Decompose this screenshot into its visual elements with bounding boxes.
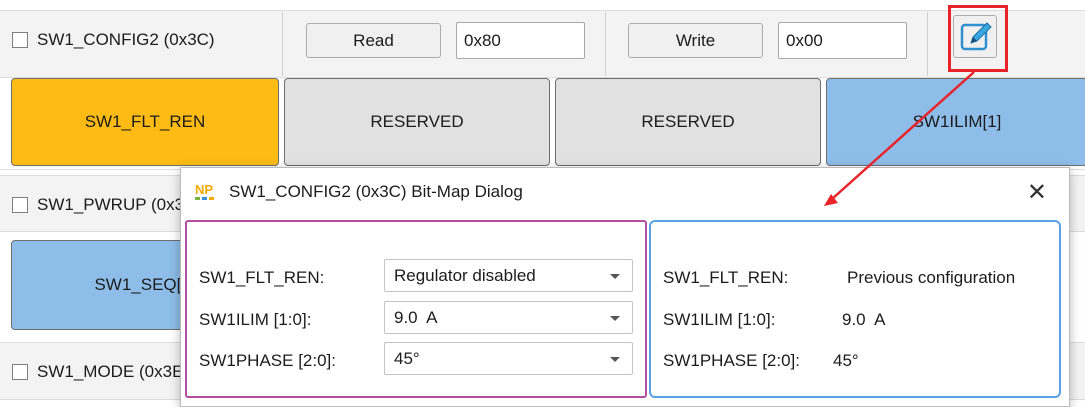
annotation-highlight-box — [948, 5, 1008, 72]
checkbox-icon[interactable] — [12, 364, 28, 380]
flt-ren-select[interactable]: Regulator disabled — [384, 259, 633, 292]
current-value-flt-ren: Previous configuration — [847, 268, 1016, 287]
chevron-down-icon — [610, 316, 620, 321]
current-label-flt-ren: SW1_FLT_REN: — [663, 268, 789, 287]
field-label-phase: SW1PHASE [2:0]: — [199, 351, 336, 370]
phase-value: 45° — [394, 348, 420, 368]
ilim-value: 9.0 A — [394, 307, 438, 327]
read-button[interactable]: Read — [306, 23, 441, 58]
cell-separator — [282, 12, 283, 76]
register-name-label: SW1_CONFIG2 (0x3C) — [37, 30, 215, 49]
field-label-flt-ren: SW1_FLT_REN: — [199, 268, 325, 287]
dialog-title: SW1_CONFIG2 (0x3C) Bit-Map Dialog — [229, 182, 523, 201]
nxp-logo-icon: NP — [195, 181, 221, 203]
current-label-phase: SW1PHASE [2:0]: — [663, 351, 800, 370]
current-label-ilim: SW1ILIM [1:0]: — [663, 310, 776, 329]
register-name-label: SW1_PWRUP (0x3D) — [37, 195, 202, 214]
bit-button-sw1-flt-ren[interactable]: SW1_FLT_REN — [11, 78, 279, 166]
register-checkbox-config2[interactable]: SW1_CONFIG2 (0x3C) — [12, 30, 215, 50]
read-value-field[interactable]: 0x80 — [456, 22, 585, 59]
checkbox-icon[interactable] — [12, 197, 28, 213]
ilim-select[interactable]: 9.0 A — [384, 301, 633, 334]
register-name-label: SW1_MODE (0x3E) — [37, 362, 190, 381]
register-checkbox-mode[interactable]: SW1_MODE (0x3E) — [12, 362, 189, 382]
dialog-titlebar: NP SW1_CONFIG2 (0x3C) Bit-Map Dialog ✕ — [181, 168, 1069, 216]
current-value-phase: 45° — [833, 351, 859, 370]
current-settings-group: SW1_FLT_REN: Previous configuration SW1I… — [649, 220, 1061, 398]
flt-ren-value: Regulator disabled — [394, 265, 536, 285]
cell-separator — [605, 12, 606, 76]
chevron-down-icon — [610, 357, 620, 362]
cell-separator — [927, 12, 928, 76]
bitmap-dialog: NP SW1_CONFIG2 (0x3C) Bit-Map Dialog ✕ S… — [180, 167, 1070, 407]
current-value-ilim: 9.0 A — [842, 310, 886, 329]
edit-settings-group: SW1_FLT_REN: Regulator disabled SW1ILIM … — [185, 220, 647, 398]
register-checkbox-pwrup[interactable]: SW1_PWRUP (0x3D) — [12, 195, 202, 215]
chevron-down-icon — [610, 274, 620, 279]
checkbox-icon[interactable] — [12, 32, 28, 48]
write-value-field[interactable]: 0x00 — [778, 22, 907, 59]
svg-text:NP: NP — [195, 182, 213, 197]
bit-button-reserved-5[interactable]: RESERVED — [555, 78, 821, 166]
bit-button-sw1ilim-1[interactable]: SW1ILIM[1] — [826, 78, 1085, 166]
phase-select[interactable]: 45° — [384, 342, 633, 375]
write-button[interactable]: Write — [628, 23, 763, 58]
bit-button-reserved-6[interactable]: RESERVED — [284, 78, 550, 166]
field-label-ilim: SW1ILIM [1:0]: — [199, 310, 312, 329]
close-icon[interactable]: ✕ — [1027, 178, 1047, 207]
